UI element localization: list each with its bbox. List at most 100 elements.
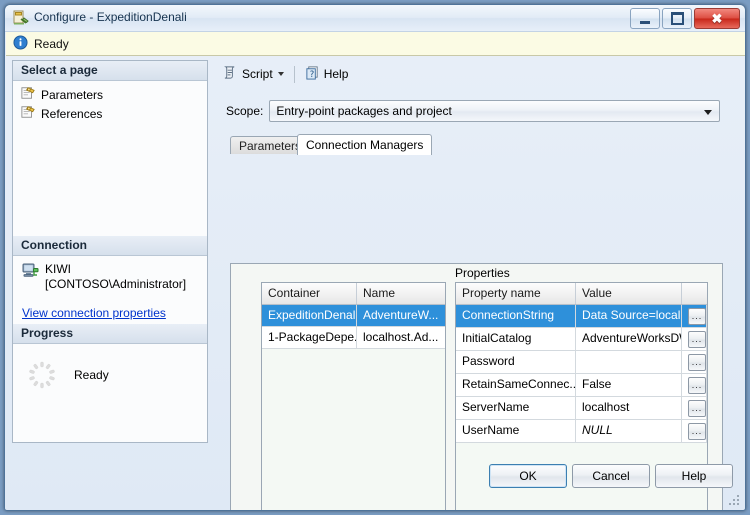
grid-header-row: Container Name <box>262 283 445 305</box>
cell-property-value[interactable]: localhost <box>576 397 682 419</box>
column-header-value[interactable]: Value <box>576 283 682 304</box>
minimize-button[interactable] <box>630 8 660 29</box>
dialog-footer: OK Cancel Help <box>6 454 745 510</box>
cell-property-value[interactable]: NULL <box>576 420 682 442</box>
table-row[interactable]: 1-PackageDepe... localhost.Ad... <box>262 327 445 349</box>
main-pane: Script ? Help Scope: Entry-point package… <box>214 60 740 510</box>
chevron-down-icon[interactable] <box>704 110 713 115</box>
cell-ellipsis: ... <box>682 397 707 419</box>
info-icon <box>13 34 28 53</box>
script-icon <box>223 65 238 83</box>
close-button[interactable]: ✖ <box>694 8 740 29</box>
help-button-footer[interactable]: Help <box>655 464 733 488</box>
table-row[interactable]: Password ... <box>456 351 707 374</box>
status-text: Ready <box>34 36 69 51</box>
sidebar-item-label: References <box>41 106 103 121</box>
cancel-button[interactable]: Cancel <box>572 464 650 488</box>
configure-dialog-window: Configure - ExpeditionDenali ✖ Ready Sel… <box>4 4 746 511</box>
cell-property-value[interactable]: False <box>576 374 682 396</box>
svg-text:?: ? <box>309 69 313 79</box>
progress-text: Ready <box>74 368 109 382</box>
connection-section: KIWI [CONTOSO\Administrator] View connec… <box>13 256 207 320</box>
properties-label: Properties <box>455 266 510 280</box>
cell-ellipsis: ... <box>682 305 707 327</box>
maximize-button[interactable] <box>662 8 692 29</box>
browse-button[interactable]: ... <box>688 399 706 417</box>
cell-property-value[interactable] <box>576 351 682 373</box>
help-button[interactable]: ? Help <box>300 63 354 85</box>
browse-button[interactable]: ... <box>688 307 706 325</box>
window-controls: ✖ <box>630 8 740 29</box>
cell-container: ExpeditionDenali <box>262 305 357 326</box>
cell-container: 1-PackageDepe... <box>262 327 357 348</box>
status-bar: Ready <box>6 32 745 56</box>
sidebar-item-references[interactable]: References <box>13 104 207 123</box>
cell-property-name: ServerName <box>456 397 576 419</box>
tab-bar: Parameters Connection Managers <box>230 134 740 155</box>
table-row[interactable]: RetainSameConnec... False ... <box>456 374 707 397</box>
page-icon <box>21 86 35 103</box>
cell-ellipsis: ... <box>682 374 707 396</box>
select-a-page-header: Select a page <box>13 61 207 81</box>
minimize-icon <box>640 20 650 24</box>
progress-section: Ready <box>13 344 207 406</box>
progress-header: Progress <box>13 324 207 344</box>
maximize-icon <box>670 12 684 25</box>
table-row[interactable]: UserName NULL ... <box>456 420 707 443</box>
connection-header: Connection <box>13 236 207 256</box>
grid-header-row: Property name Value <box>456 283 707 305</box>
cell-name: localhost.Ad... <box>363 330 439 344</box>
dialog-content: Select a page Parameters References Conn… <box>6 55 745 510</box>
toolbar: Script ? Help <box>214 60 740 88</box>
browse-button[interactable]: ... <box>688 376 706 394</box>
close-icon: ✖ <box>711 11 723 26</box>
connection-user: [CONTOSO\Administrator] <box>45 277 187 291</box>
cell-ellipsis: ... <box>682 351 707 373</box>
table-row[interactable]: ServerName localhost ... <box>456 397 707 420</box>
help-label: Help <box>323 67 349 81</box>
cell-property-value[interactable]: AdventureWorksDW2012 <box>576 328 682 350</box>
sidebar-item-label: Parameters <box>41 87 104 102</box>
view-connection-properties-link[interactable]: View connection properties <box>22 306 207 320</box>
tab-connection-managers[interactable]: Connection Managers <box>297 134 433 155</box>
table-row[interactable]: InitialCatalog AdventureWorksDW2012 ... <box>456 328 707 351</box>
configure-package-icon <box>13 10 29 26</box>
table-row[interactable]: ExpeditionDenali AdventureW... <box>262 305 445 327</box>
column-header-property-name[interactable]: Property name <box>456 283 576 304</box>
chevron-down-icon[interactable] <box>277 72 284 76</box>
column-header-container[interactable]: Container <box>262 283 357 304</box>
script-button[interactable]: Script <box>218 63 289 85</box>
table-row[interactable]: ConnectionString Data Source=localhost;.… <box>456 305 707 328</box>
browse-button[interactable]: ... <box>688 330 706 348</box>
page-list: Parameters References <box>13 81 207 236</box>
resize-grip[interactable] <box>729 495 741 507</box>
cell-property-name: InitialCatalog <box>456 328 576 350</box>
cell-ellipsis: ... <box>682 420 707 442</box>
cell-property-name: Password <box>456 351 576 373</box>
sidebar: Select a page Parameters References Conn… <box>12 60 208 443</box>
column-header-ellipsis <box>682 283 707 304</box>
sidebar-item-parameters[interactable]: Parameters <box>13 85 207 104</box>
scope-value: Entry-point packages and project <box>276 104 452 118</box>
cell-property-value[interactable]: Data Source=localhost;... <box>576 305 682 327</box>
server-connection-icon <box>22 262 39 292</box>
scope-row: Scope: Entry-point packages and project <box>226 100 740 122</box>
cell-property-name: UserName <box>456 420 576 442</box>
toolbar-separator <box>293 65 295 83</box>
column-header-name[interactable]: Name <box>357 283 445 304</box>
help-icon: ? <box>305 65 320 83</box>
page-icon <box>21 105 35 122</box>
progress-spinner-icon <box>27 360 57 390</box>
cell-name: AdventureW... <box>363 308 439 322</box>
ok-button[interactable]: OK <box>489 464 567 488</box>
title-bar: Configure - ExpeditionDenali ✖ <box>5 5 745 32</box>
connection-server: KIWI <box>45 262 71 276</box>
scope-label: Scope: <box>226 104 264 118</box>
cell-property-name: ConnectionString <box>456 305 576 327</box>
script-label: Script <box>242 67 273 81</box>
cell-ellipsis: ... <box>682 328 707 350</box>
connection-info: KIWI [CONTOSO\Administrator] <box>45 262 186 292</box>
browse-button[interactable]: ... <box>688 353 706 371</box>
browse-button[interactable]: ... <box>688 422 706 440</box>
scope-combobox[interactable]: Entry-point packages and project <box>269 100 721 122</box>
